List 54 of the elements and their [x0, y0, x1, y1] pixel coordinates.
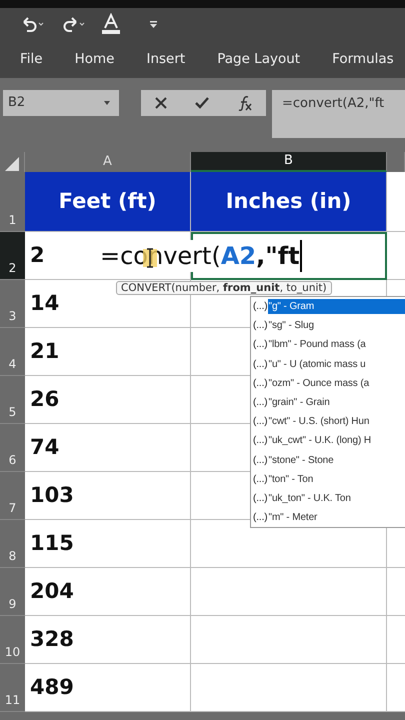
autocomplete-item[interactable]: (...)"uk_cwt" - U.K. (long) H [251, 431, 405, 450]
table-cell: 74 [25, 424, 191, 472]
autocomplete-item[interactable]: (...)"cwt" - U.S. (short) Hun [251, 412, 405, 432]
table-cell: 204 [25, 568, 191, 616]
table-cell [387, 568, 405, 616]
function-argument-icon: (...) [253, 510, 268, 526]
function-argument-icon: (...) [253, 433, 268, 448]
function-tooltip: CONVERT(number, from_unit, to_unit) [116, 281, 332, 295]
dropdown-arrow-icon[interactable] [103, 100, 111, 106]
name-box[interactable]: B2 [3, 90, 119, 116]
customize-button[interactable] [150, 20, 157, 28]
insert-function-button[interactable] [236, 95, 253, 111]
table-cell [387, 232, 405, 280]
table-cell: 489 [25, 664, 191, 712]
autocomplete-item[interactable]: (...)"sg" - Slug [251, 316, 405, 336]
function-argument-icon: (...) [253, 337, 268, 352]
table-cell: 26 [25, 376, 191, 424]
ribbon-tab[interactable]: Page Layout [207, 44, 310, 74]
autocomplete-item[interactable]: (...)"grain" - Grain [251, 392, 405, 412]
autocomplete-item[interactable]: (...)"u" - U (atomic mass u [251, 354, 405, 374]
function-argument-icon: (...) [253, 318, 268, 334]
function-argument-icon: (...) [253, 452, 268, 468]
font-color-button[interactable] [100, 13, 122, 35]
function-argument-icon: (...) [253, 490, 268, 506]
function-argument-icon: (...) [253, 299, 268, 314]
table-cell: 115 [25, 520, 191, 568]
function-argument-icon: (...) [253, 356, 268, 372]
autocomplete-item[interactable]: (...)"ton" - Ton [251, 470, 405, 489]
enter-button[interactable] [194, 96, 210, 110]
cancel-button[interactable] [154, 96, 168, 110]
table-cell [387, 616, 405, 664]
table-cell: 328 [25, 616, 191, 664]
row-header[interactable]: 2 [0, 232, 25, 280]
autocomplete-item[interactable]: (...)"stone" - Stone [251, 450, 405, 470]
table-cell: 21 [25, 328, 191, 376]
column-header[interactable]: B [191, 152, 387, 172]
autocomplete-item[interactable]: (...)"ozm" - Ounce mass (a [251, 374, 405, 393]
ribbon-tab[interactable]: Home [64, 44, 124, 74]
ribbon-tab[interactable]: Formulas [322, 44, 404, 74]
table-cell [387, 664, 405, 712]
table-cell: 103 [25, 472, 191, 520]
function-argument-icon: (...) [253, 472, 268, 487]
formula-field[interactable]: =convert(A2,"ft [272, 90, 405, 138]
function-argument-icon: (...) [253, 414, 268, 430]
table-cell [387, 172, 405, 232]
ribbon-tab[interactable]: File [10, 44, 53, 74]
function-argument-icon: (...) [253, 376, 268, 391]
ribbon-tab[interactable]: Insert [136, 44, 196, 74]
autocomplete-item[interactable]: (...)"uk_ton" - U.K. Ton [251, 488, 405, 508]
column-title-cell: Inches (in) [191, 172, 387, 232]
autocomplete-item[interactable]: (...)"m" - Meter [251, 508, 405, 528]
function-argument-icon: (...) [253, 395, 268, 410]
autocomplete-item[interactable]: (...)"lbm" - Pound mass (a [251, 335, 405, 355]
column-title-cell: Feet (ft) [25, 172, 191, 232]
